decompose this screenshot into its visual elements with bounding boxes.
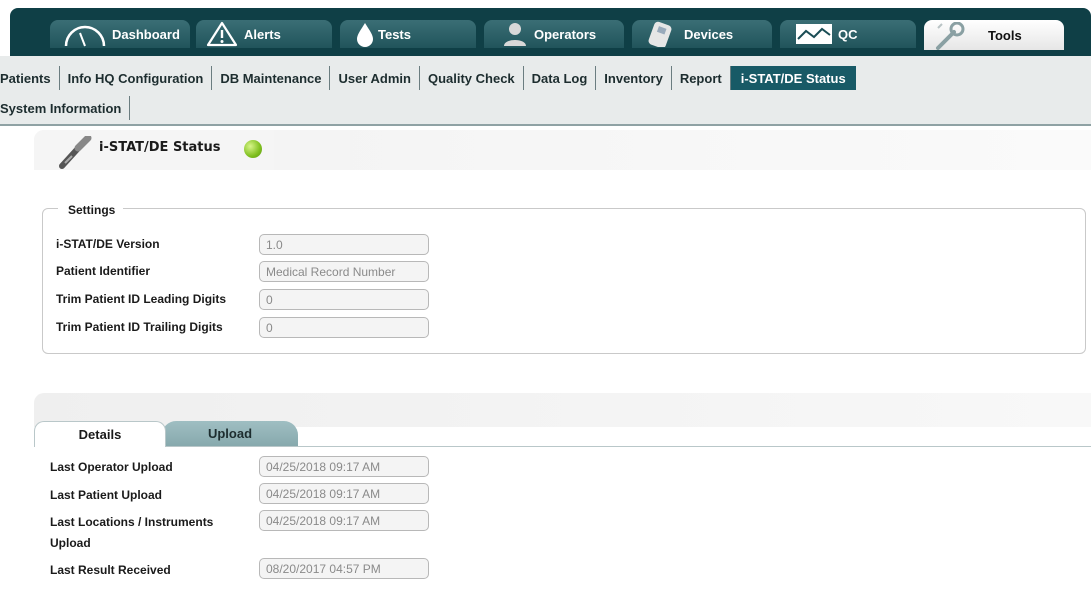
subnav-quality-check[interactable]: Quality Check [420,66,524,90]
sub-nav-row: Patients Info HQ Configuration DB Mainte… [0,66,856,90]
tab-devices-label: Devices [684,26,734,42]
field-label: Trim Patient ID Trailing Digits [56,320,223,334]
tab-divider [34,446,1091,447]
subnav-data-log[interactable]: Data Log [524,66,597,90]
subnav-db-maintenance[interactable]: DB Maintenance [212,66,331,90]
device-icon [648,21,672,47]
warning-icon [206,21,238,47]
tab-dashboard-label: Dashboard [112,26,180,42]
subnav-system-information[interactable]: System Information [0,96,131,120]
tab-details[interactable]: Details [34,421,166,447]
tab-tests-label: Tests [378,26,411,42]
last-operator-upload-field[interactable] [259,456,429,477]
trim-leading-digits-field[interactable] [259,289,429,310]
subnav-info-hq-configuration[interactable]: Info HQ Configuration [60,66,213,90]
tab-operators[interactable]: Operators [484,20,624,48]
field-label: Last Patient Upload [50,488,163,502]
tab-devices[interactable]: Devices [632,20,772,48]
tab-tools-label: Tools [988,27,1022,43]
subnav-inventory[interactable]: Inventory [596,66,672,90]
sub-nav-row: System Information [0,96,131,120]
tab-operators-label: Operators [534,26,597,42]
subnav-report[interactable]: Report [672,66,731,90]
tab-qc[interactable]: QC [780,20,916,48]
field-label: i-STAT/DE Version [56,237,160,251]
handheld-device-icon [59,136,92,169]
field-label: Last Result Received [50,563,171,577]
patient-identifier-field[interactable] [259,261,429,282]
tab-dashboard[interactable]: Dashboard [50,20,190,48]
last-locations-upload-field[interactable] [259,510,429,531]
tab-qc-label: QC [838,26,858,42]
field-label: Last Locations / Instruments [50,515,214,529]
chart-icon [796,24,832,44]
sub-nav: Patients Info HQ Configuration DB Mainte… [0,56,1091,126]
settings-legend: Settings [58,203,124,217]
status-title: i-STAT/DE Status [99,140,221,155]
status-indicator-icon [244,140,262,158]
subnav-patients[interactable]: Patients [0,66,60,90]
subnav-istat-de-status[interactable]: i-STAT/DE Status [730,66,856,90]
last-result-received-field[interactable] [259,558,429,579]
tab-alerts[interactable]: Alerts [196,20,332,48]
field-label: Trim Patient ID Leading Digits [56,292,227,306]
field-label-continued: Upload [50,536,91,550]
tab-alerts-label: Alerts [244,26,281,42]
wrench-icon [936,22,965,50]
trim-trailing-digits-field[interactable] [259,317,429,338]
subnav-user-admin[interactable]: User Admin [330,66,420,90]
tab-tests[interactable]: Tests [340,20,476,48]
field-label: Last Operator Upload [50,460,173,474]
last-patient-upload-field[interactable] [259,483,429,504]
tab-tools[interactable]: Tools [924,20,1064,50]
operator-icon [504,23,526,46]
istat-de-version-field[interactable] [259,234,429,255]
gauge-icon [64,25,106,47]
field-label: Patient Identifier [56,264,151,278]
tab-upload[interactable]: Upload [162,421,298,446]
droplet-icon [357,23,373,47]
